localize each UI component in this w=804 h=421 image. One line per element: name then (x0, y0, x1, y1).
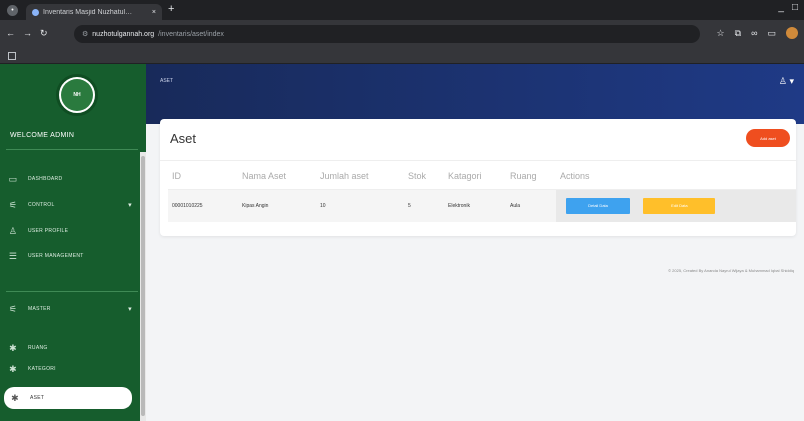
browser-toolbar: ← → ↻ ⚙ nuzhotulgannah.org/inventaris/as… (0, 20, 804, 50)
aset-table: ID Nama Aset Jumlah aset Stok Katagori R… (168, 163, 796, 222)
cell-ruang: Aula (506, 189, 556, 222)
tab-favicon-icon (32, 8, 39, 16)
scrollbar-thumb[interactable] (141, 156, 145, 416)
toolbar-actions: ☆ ⧉ ∞ ▭ (717, 27, 798, 39)
back-icon[interactable]: ← (6, 28, 15, 39)
column-header-jumlah-aset: Jumlah aset (316, 163, 404, 190)
nav-buttons: ← → ↻ (6, 28, 48, 39)
sidebar-item-label: RUANG (28, 345, 48, 351)
welcome-text: WELCOME ADMIN (10, 132, 75, 139)
column-header-id: ID (168, 163, 238, 190)
sidebar-item-label: KATEGORI (28, 366, 56, 372)
sidebar-item-label: MASTER (28, 306, 51, 312)
media-icon[interactable]: ∞ (751, 28, 757, 38)
sidebar-item-dashboard[interactable]: ▭ DASHBOARD (8, 170, 138, 188)
page-viewport: NH WELCOME ADMIN ▭ DASHBOARD ⚟ CONTROL ▾… (0, 64, 804, 421)
browser-tab-bar: • Inventaris Masjid Nuzhatul… × + _ □ (0, 0, 804, 20)
footer-credit: © 2025, Created By Ananda Nayrul Wijaya … (668, 268, 794, 273)
reload-icon[interactable]: ↻ (40, 28, 48, 39)
logo-image: NH (61, 79, 93, 111)
table-row: 00001010225 Kipas Angin 10 5 Elektronik … (168, 189, 796, 222)
sliders-icon: ⚟ (8, 303, 18, 314)
cell-actions: Detail Data Edit Data (556, 189, 796, 222)
monitor-icon: ▭ (8, 173, 18, 184)
table-header-row: ID Nama Aset Jumlah aset Stok Katagori R… (168, 163, 796, 190)
sidebar-item-label: USER PROFILE (28, 228, 69, 234)
sidebar-item-label: CONTROL (28, 202, 55, 208)
sidebar: NH WELCOME ADMIN ▭ DASHBOARD ⚟ CONTROL ▾… (0, 64, 146, 421)
window-controls: _ □ (778, 2, 798, 13)
sidepanel-icon[interactable]: ▭ (767, 28, 776, 39)
site-info-icon[interactable]: ⚙ (82, 30, 88, 38)
column-header-kategori: Katagori (444, 163, 506, 190)
sidebar-item-user-management[interactable]: ☰ USER MANAGEMENT (8, 247, 138, 265)
user-icon: ♙ (8, 225, 18, 236)
user-menu-icon[interactable]: ♙ ▾ (779, 76, 794, 87)
sidebar-item-ruang[interactable]: ✱ RUANG (8, 339, 138, 357)
sidebar-item-user-profile[interactable]: ♙ USER PROFILE (8, 222, 138, 240)
detail-data-button[interactable]: Detail Data (566, 197, 630, 214)
browser-tab[interactable]: Inventaris Masjid Nuzhatul… × (26, 4, 162, 20)
url-path: /inventaris/aset/index (158, 30, 224, 38)
sidebar-item-master[interactable]: ⚟ MASTER ▾ (8, 300, 138, 318)
breadcrumb: ASET (160, 78, 174, 84)
browser-menu-icon[interactable]: • (7, 5, 18, 16)
address-bar[interactable]: ⚙ nuzhotulgannah.org/inventaris/aset/ind… (74, 25, 700, 43)
chevron-down-icon: ▾ (128, 202, 132, 209)
bookmarks-bar (0, 50, 804, 64)
minimize-button[interactable]: _ (778, 2, 784, 13)
sidebar-item-control[interactable]: ⚟ CONTROL ▾ (8, 196, 138, 214)
url-host: nuzhotulgannah.org (92, 30, 155, 38)
maximize-button[interactable]: □ (792, 2, 798, 13)
profile-avatar[interactable] (786, 27, 798, 39)
tab-title: Inventaris Masjid Nuzhatul… (43, 8, 133, 16)
cell-kategori: Elektronik (444, 189, 506, 222)
apps-grid-icon[interactable] (8, 52, 16, 60)
column-header-nama-aset: Nama Aset (238, 163, 316, 190)
column-header-ruang: Ruang (506, 163, 556, 190)
column-header-actions: Actions (556, 163, 796, 190)
forward-icon[interactable]: → (23, 28, 32, 39)
gear-icon: ✱ (11, 392, 19, 403)
gear-icon: ✱ (9, 363, 17, 374)
mosque-logo[interactable]: NH (56, 74, 98, 116)
sidebar-divider (6, 291, 138, 292)
cell-stok: 5 (404, 189, 444, 222)
sidebar-item-kategori[interactable]: ✱ KATEGORI (8, 360, 138, 378)
extensions-icon[interactable]: ⧉ (735, 28, 741, 39)
aset-card: Aset Add aset ID Nama Aset Jumlah aset S… (160, 119, 796, 236)
add-aset-button[interactable]: Add aset (746, 129, 790, 147)
cell-nama: Kipas Angin (238, 189, 316, 222)
page-title: Aset (170, 131, 197, 146)
bookmark-star-icon[interactable]: ☆ (717, 28, 725, 39)
top-navbar: ASET ♙ ▾ (146, 64, 804, 124)
chevron-down-icon: ▾ (128, 306, 132, 313)
card-divider (160, 160, 796, 161)
sidebar-item-label: USER MANAGEMENT (28, 253, 84, 259)
sidebar-divider (6, 149, 138, 150)
main-content: ASET ♙ ▾ Aset Add aset ID Nama Aset Juml… (146, 64, 804, 421)
gear-icon: ✱ (9, 342, 17, 353)
sliders-icon: ⚟ (8, 199, 18, 210)
sidebar-item-label: ASET (30, 395, 45, 401)
cell-id: 00001010225 (168, 189, 238, 222)
cell-jumlah: 10 (316, 189, 404, 222)
edit-data-button[interactable]: Edit Data (643, 197, 716, 214)
sidebar-item-label: DASHBOARD (28, 176, 63, 182)
new-tab-button[interactable]: + (168, 4, 174, 15)
sidebar-item-aset[interactable]: ✱ ASET (4, 387, 132, 409)
column-header-stok: Stok (404, 163, 444, 190)
list-icon: ☰ (8, 250, 18, 261)
tab-close-icon[interactable]: × (152, 9, 156, 16)
